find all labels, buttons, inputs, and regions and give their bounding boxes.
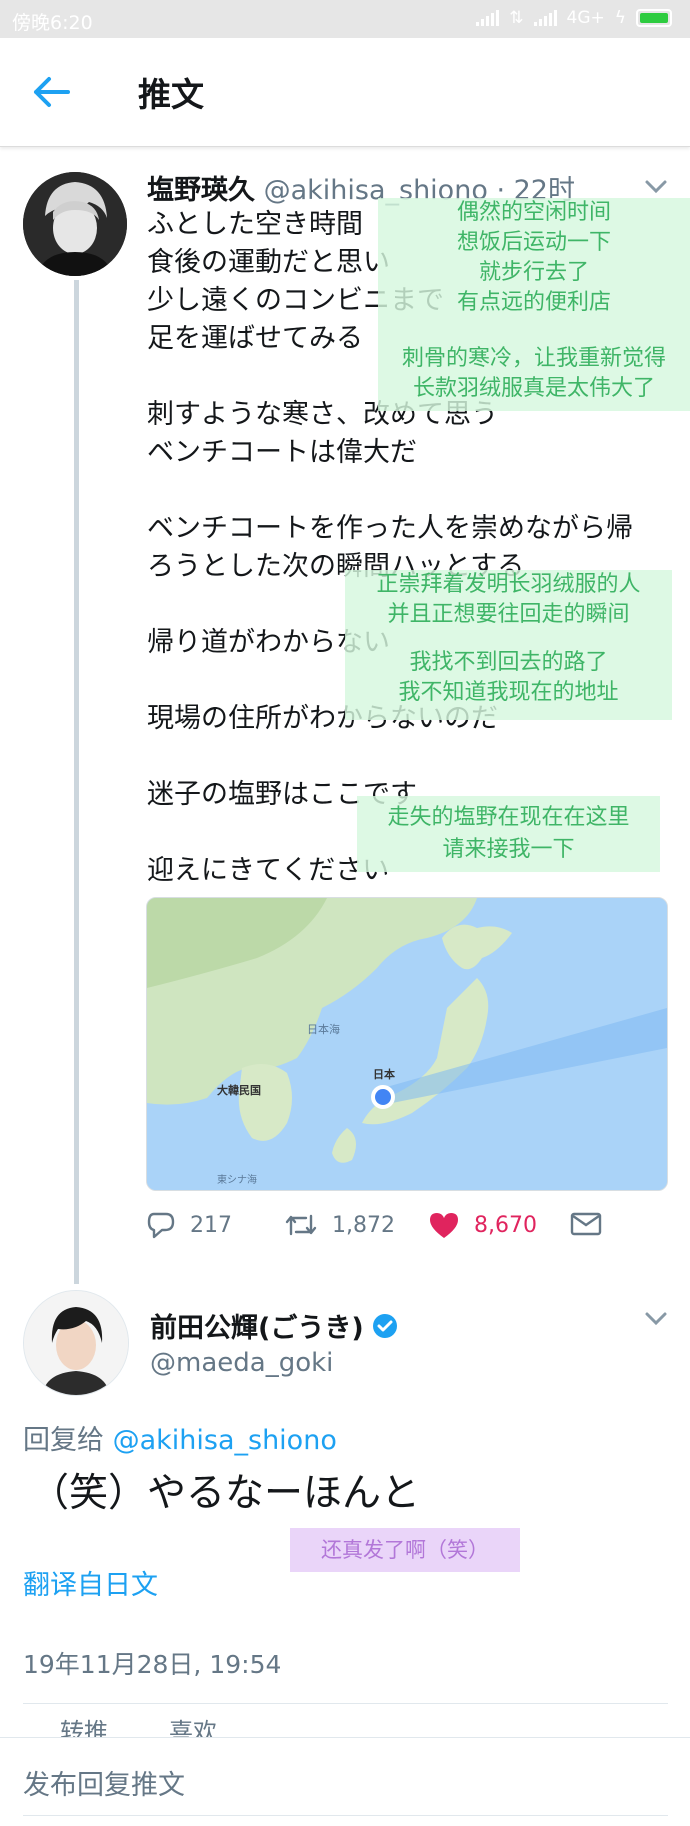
person-icon	[24, 1291, 128, 1395]
share-button[interactable]	[570, 1210, 602, 1238]
translation-line: 正崇拜着发明长羽绒服的人	[376, 572, 641, 597]
status-time: 傍晚6:20	[12, 12, 93, 34]
translation-line: 就步行去了	[478, 260, 589, 285]
translation-note: 正崇拜着发明长羽绒服的人 并且正想要往回走的瞬间 我找不到回去的路了 我不知道我…	[345, 570, 672, 720]
avatar[interactable]	[23, 1290, 129, 1396]
chevron-down-icon	[645, 180, 667, 194]
author-name[interactable]: 前田公輝(ごうき)	[150, 1306, 364, 1345]
data-arrows-icon: ⇅	[509, 8, 524, 28]
reply-to-handle[interactable]: @akihisa_shiono	[113, 1425, 337, 1456]
charging-icon: ϟ	[614, 8, 626, 28]
person-icon	[23, 172, 127, 276]
tweet-menu-button[interactable]	[643, 1306, 669, 1332]
like-button[interactable]: 8,670	[428, 1210, 537, 1240]
translation-note: 还真发了啊（笑）	[290, 1528, 520, 1572]
translation-note: 走失的塩野在现在在这里 请来接我一下	[357, 796, 660, 872]
author-name[interactable]: 塩野瑛久	[147, 175, 255, 206]
location-map[interactable]: 日本海 大韓民国 日本 東シナ海	[146, 897, 668, 1191]
retweet-icon	[285, 1214, 317, 1236]
translation-line: 并且正想要往回走的瞬间	[387, 602, 630, 627]
translation-line: 偶然的空闲时间	[456, 200, 611, 225]
divider	[23, 1703, 668, 1704]
compose-bar: 发布回复推文	[0, 1737, 690, 1826]
tweet-menu-button[interactable]	[643, 174, 669, 200]
retweet-count: 1,872	[332, 1212, 395, 1238]
reply-to-label: 回复给	[23, 1425, 104, 1456]
divider	[23, 1815, 668, 1816]
app-header: 推文	[0, 38, 690, 147]
battery-icon	[636, 9, 672, 27]
map-label: 日本海	[307, 1022, 340, 1036]
signal-icon	[533, 10, 557, 26]
status-bar: 傍晚6:20 ⇅ 4G+ ϟ	[0, 0, 690, 38]
thread-line	[74, 280, 79, 1284]
translation-line: 我找不到回去的路了	[409, 650, 608, 675]
avatar[interactable]	[23, 172, 127, 276]
tweet-text: （笑）やるなーほんと	[30, 1471, 421, 1516]
map-image: 日本海 大韓民国 日本 東シナ海	[147, 898, 667, 1190]
map-label: 大韓民国	[217, 1083, 261, 1097]
translation-line: 走失的塩野在现在在这里	[387, 805, 630, 830]
translation-line: 刺骨的寒冷，让我重新觉得	[401, 346, 666, 371]
reply-input[interactable]: 发布回复推文	[23, 1763, 185, 1802]
tweet-actions: 217 1,872 8,670	[146, 1210, 606, 1250]
author-name-row: 前田公輝(ごうき)	[150, 1306, 398, 1345]
translation-line: 请来接我一下	[442, 837, 575, 862]
network-type: 4G+	[566, 8, 605, 28]
map-label: 日本	[373, 1067, 395, 1081]
translation-line: 长款羽绒服真是太伟大了	[412, 376, 655, 401]
like-count: 8,670	[474, 1212, 537, 1238]
reply-button[interactable]: 217	[146, 1210, 232, 1240]
status-indicators: ⇅ 4G+ ϟ	[476, 8, 672, 28]
tweet-line: ベンチコートを作った人を崇めながら帰	[147, 513, 633, 544]
map-label: 東シナ海	[217, 1173, 257, 1186]
chevron-down-icon	[645, 1312, 667, 1326]
reply-count: 217	[190, 1212, 232, 1238]
translate-link[interactable]: 翻译自日文	[23, 1563, 158, 1602]
translation-note: 偶然的空闲时间 想饭后运动一下 就步行去了 有点远的便利店 刺骨的寒冷，让我重新…	[378, 198, 690, 411]
heart-icon	[430, 1213, 458, 1238]
signal-icon	[476, 10, 500, 26]
reply-context: 回复给 @akihisa_shiono	[23, 1418, 337, 1457]
reply-icon	[147, 1212, 175, 1239]
retweet-button[interactable]: 1,872	[284, 1210, 395, 1240]
author-handle[interactable]: @maeda_goki	[150, 1348, 333, 1378]
tweet-line: ベンチコートは偉大だ	[147, 437, 417, 468]
mail-icon	[570, 1212, 602, 1236]
translation-line: 有点远的便利店	[456, 290, 611, 315]
arrow-left-icon	[34, 77, 70, 107]
page-title: 推文	[138, 75, 204, 114]
back-button[interactable]	[30, 74, 76, 110]
tweet-line	[147, 738, 633, 776]
tweet-timestamp: 19年11月28日, 19:54	[23, 1650, 282, 1679]
tweet-line	[147, 472, 633, 510]
translation-line: 想饭后运动一下	[456, 230, 611, 255]
translation-line: 我不知道我现在的地址	[398, 680, 619, 705]
verified-badge-icon	[372, 1313, 397, 1338]
